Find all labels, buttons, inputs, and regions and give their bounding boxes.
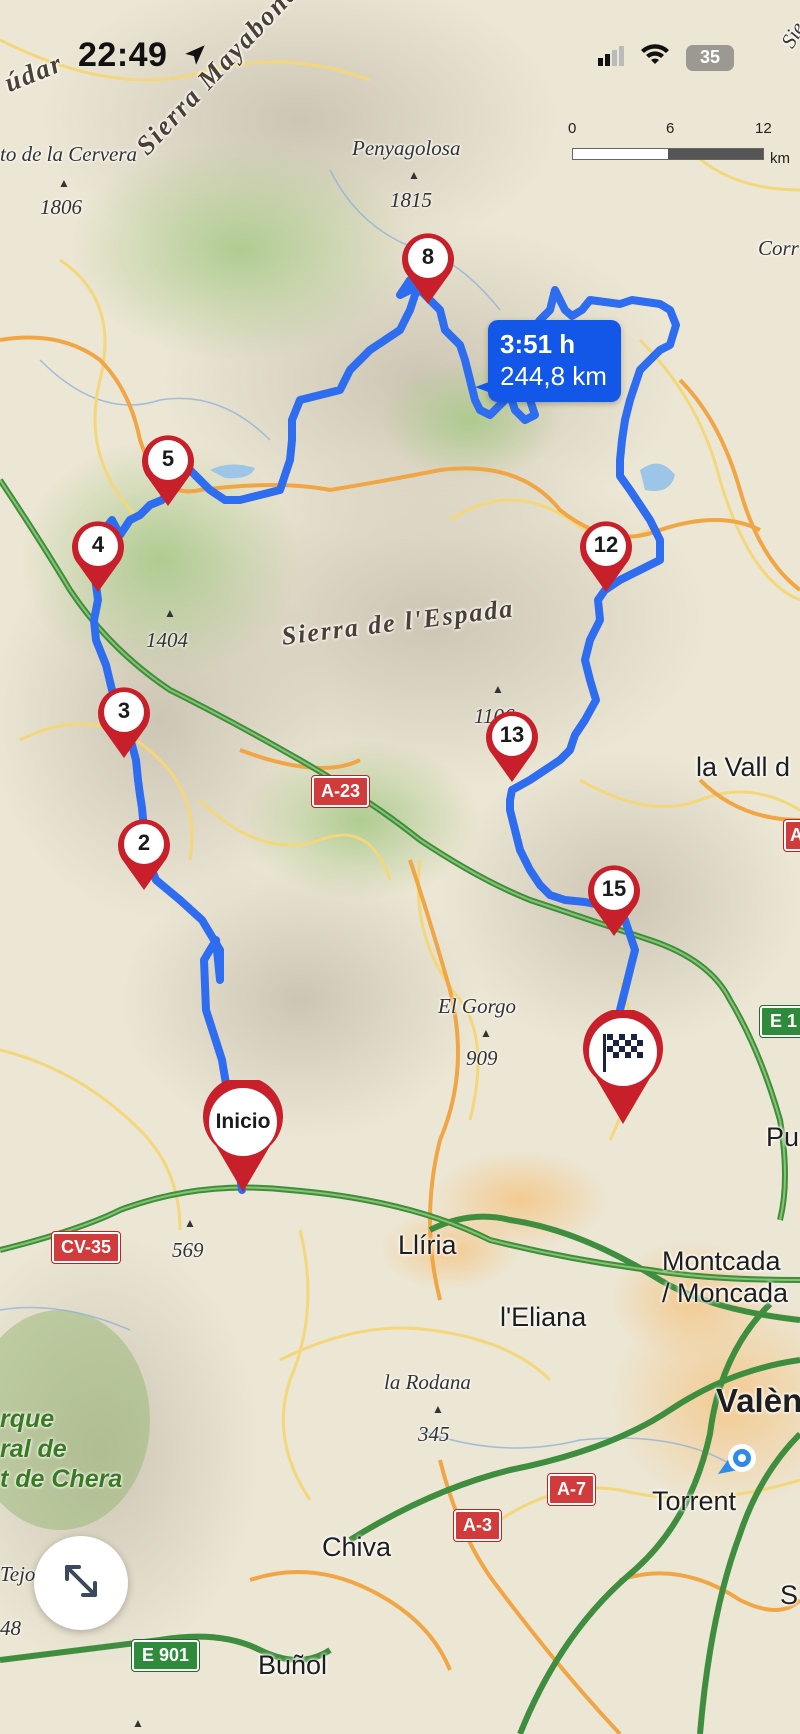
start-label: Inicio xyxy=(215,1110,271,1133)
town-eliana: l'Eliana xyxy=(500,1302,587,1332)
town-moncada: / Moncada xyxy=(662,1278,789,1308)
finish-pin[interactable] xyxy=(580,1008,666,1126)
waypoint-label-8: 8 xyxy=(421,244,435,269)
town-pu: Pu xyxy=(766,1122,800,1152)
peak-alt-gorgo: 909 xyxy=(466,1046,498,1070)
town-chiva: Chiva xyxy=(322,1532,392,1562)
waypoint-label-15: 15 xyxy=(601,876,627,901)
park-label-line1: rque xyxy=(0,1405,55,1433)
waypoint-pin-5[interactable]: 5 xyxy=(133,434,203,508)
scale-tick-6: 6 xyxy=(666,120,675,137)
waypoint-label-5: 5 xyxy=(161,446,175,471)
road-shield-e901: E 901 xyxy=(130,1639,201,1672)
town-corr: Corr xyxy=(758,236,799,260)
waypoint-pin-3[interactable]: 3 xyxy=(89,686,159,760)
expand-map-button[interactable] xyxy=(34,1536,128,1630)
peak-alt-penyagolosa: 1815 xyxy=(390,188,432,212)
road-shield-a3: A-3 xyxy=(452,1509,503,1542)
waypoint-label-3: 3 xyxy=(117,698,131,723)
waypoint-label-13: 13 xyxy=(499,722,525,747)
town-vall: la Vall d xyxy=(696,752,791,782)
peak-name-rodana: la Rodana xyxy=(384,1370,471,1394)
peak-alt-rodana: 345 xyxy=(418,1422,450,1446)
expand-arrows-icon xyxy=(59,1559,103,1608)
status-icons: 35 xyxy=(598,44,734,71)
wifi-icon xyxy=(640,44,670,71)
waypoint-pin-4[interactable]: 4 xyxy=(63,520,133,594)
waypoint-pin-8[interactable]: 8 xyxy=(393,232,463,306)
town-tejo: Tejo xyxy=(0,1562,36,1586)
town-liria: Llíria xyxy=(398,1230,457,1260)
battery-icon: 35 xyxy=(686,44,734,71)
peak-marker: ▲ xyxy=(164,606,176,620)
waypoint-pin-13[interactable]: 13 xyxy=(477,710,547,784)
waypoint-pin-2[interactable]: 2 xyxy=(109,818,179,892)
peak-name-gorgo: El Gorgo xyxy=(438,994,516,1018)
scale-tick-0: 0 xyxy=(568,120,577,137)
signal-icon xyxy=(598,44,624,71)
peak-marker: ▲ xyxy=(184,1216,196,1230)
peak-alt-1404: 1404 xyxy=(146,628,188,652)
waypoint-pin-15[interactable]: 15 xyxy=(579,864,649,938)
peak-marker: ▲ xyxy=(408,168,420,182)
road-shield-cv35: CV-35 xyxy=(50,1231,122,1264)
waypoint-pin-12[interactable]: 12 xyxy=(571,520,641,594)
route-summary-badge[interactable]: 3:51 h 244,8 km xyxy=(488,320,621,402)
park-label-line3: t de Chera xyxy=(0,1465,123,1493)
checkered-flag-icon xyxy=(601,1030,645,1079)
park-label-line2: ral de xyxy=(0,1435,67,1463)
peak-marker: ▲ xyxy=(480,1026,492,1040)
waypoint-label-2: 2 xyxy=(137,830,151,855)
peak-marker: ▲ xyxy=(492,682,504,696)
start-pin[interactable]: Inicio xyxy=(200,1076,286,1194)
road-shield-a: A xyxy=(783,819,800,852)
town-valencia: Valèn xyxy=(716,1382,800,1419)
park-label: rque ral de t de Chera xyxy=(0,1404,122,1494)
waypoint-label-12: 12 xyxy=(593,532,619,557)
waypoint-label-4: 4 xyxy=(91,532,105,557)
peak-alt-48: 48 xyxy=(0,1616,21,1640)
peak-marker: ▲ xyxy=(132,1716,144,1730)
peak-name-penyagolosa: Penyagolosa xyxy=(352,136,461,160)
road-shield-e1: E 1 xyxy=(758,1005,800,1038)
status-time: 22:49 xyxy=(78,36,168,74)
peak-alt-569: 569 xyxy=(172,1238,204,1262)
peak-marker: ▲ xyxy=(432,1402,444,1416)
town-bunol: Buñol xyxy=(258,1650,328,1680)
scale-unit: km xyxy=(770,150,790,167)
peak-alt-cervera: 1806 xyxy=(40,195,82,219)
peak-name-cervera: to de la Cervera xyxy=(0,142,138,166)
road-shield-a7: A-7 xyxy=(546,1473,597,1506)
town-torrent: Torrent xyxy=(652,1486,737,1516)
route-duration: 3:51 h xyxy=(500,329,576,359)
route-distance: 244,8 km xyxy=(500,361,607,391)
town-s: S xyxy=(780,1580,799,1610)
road-shield-a23: A-23 xyxy=(310,775,371,808)
current-location-marker[interactable] xyxy=(714,1440,760,1486)
scale-bar: 0 6 12 km xyxy=(568,120,790,167)
town-montcada: Montcada xyxy=(662,1246,781,1276)
peak-marker: ▲ xyxy=(58,176,70,190)
scale-tick-12: 12 xyxy=(755,120,772,137)
